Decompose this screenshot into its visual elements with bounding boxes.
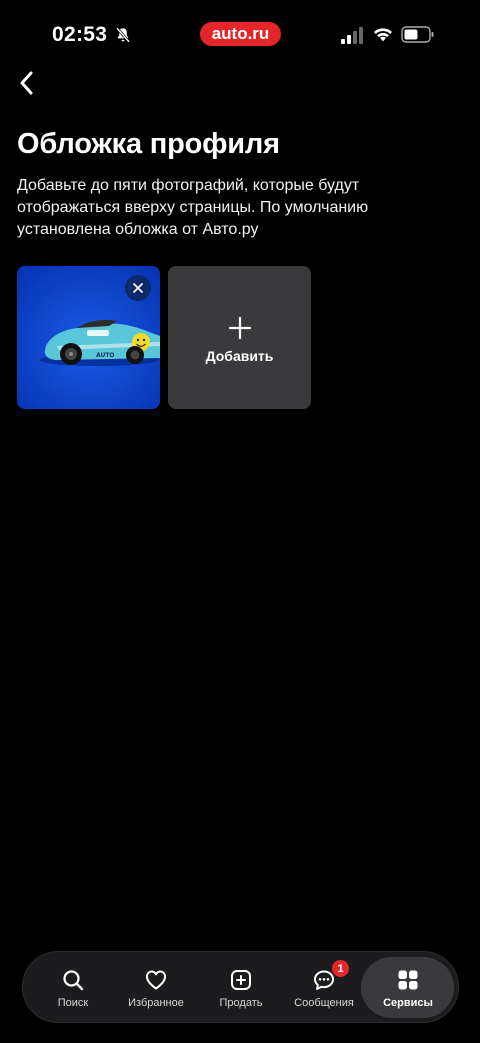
description-line: отображаться вверху страницы. По умолчан… <box>17 199 369 216</box>
chevron-left-icon <box>20 71 33 95</box>
bottom-navigation: Поиск Избранное Продать Сообщения 1 Серв… <box>22 951 459 1023</box>
nav-item-sell[interactable]: Продать <box>205 952 277 1024</box>
page-title: Обложка профиля <box>17 128 280 160</box>
battery-icon <box>401 26 434 43</box>
page-description: Добавьте до пяти фотографий, которые буд… <box>17 175 467 241</box>
brand-logo: auto.ru <box>200 22 281 46</box>
plus-square-icon <box>231 970 251 990</box>
add-photo-label: Добавить <box>205 347 274 364</box>
wifi-icon <box>374 28 392 42</box>
unread-badge: 1 <box>332 960 349 977</box>
add-photo-button[interactable]: Добавить <box>168 266 311 409</box>
grid-icon <box>398 970 418 990</box>
nav-item-search[interactable]: Поиск <box>37 952 109 1024</box>
nav-label-messages: Сообщения <box>294 997 354 1009</box>
cellular-signal-icon <box>341 27 363 44</box>
close-icon <box>133 283 143 293</box>
nav-item-messages[interactable]: Сообщения <box>285 952 363 1024</box>
nav-item-services[interactable]: Сервисы <box>369 952 447 1024</box>
nav-label-sell: Продать <box>219 997 263 1009</box>
description-line: Добавьте до пяти фотографий, которые буд… <box>17 177 360 194</box>
svg-text:AUTO: AUTO <box>96 352 115 359</box>
plus-icon <box>228 316 251 339</box>
search-icon <box>63 970 84 991</box>
description-line: установлена обложка от Авто.ру <box>17 221 259 238</box>
back-button[interactable] <box>12 68 42 98</box>
brand-label: auto.ru <box>211 24 270 43</box>
nav-item-favorites[interactable]: Избранное <box>119 952 193 1024</box>
status-bar: 02:53 auto.ru <box>0 0 480 70</box>
bell-muted-icon <box>116 27 130 43</box>
remove-cover-button[interactable] <box>125 275 151 301</box>
status-time: 02:53 <box>52 23 108 46</box>
heart-icon <box>146 970 166 990</box>
nav-label-search: Поиск <box>57 997 89 1009</box>
nav-label-services: Сервисы <box>383 997 433 1009</box>
nav-label-favorites: Избранное <box>128 997 184 1009</box>
